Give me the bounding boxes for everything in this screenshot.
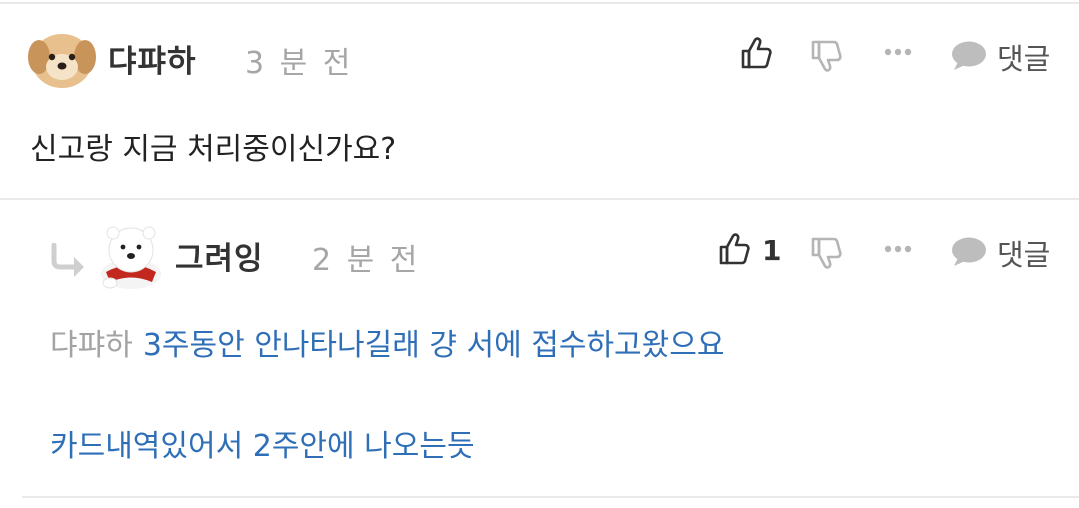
divider bbox=[0, 2, 1079, 4]
more-dots-icon[interactable] bbox=[884, 48, 912, 56]
speech-bubble-icon[interactable] bbox=[950, 40, 988, 72]
reply-button-label[interactable]: 댓글 bbox=[997, 36, 1050, 78]
speech-bubble-icon[interactable] bbox=[950, 236, 988, 268]
thumbs-up-icon[interactable] bbox=[719, 232, 751, 266]
more-dots-icon[interactable] bbox=[884, 245, 912, 253]
thumbs-up-icon[interactable] bbox=[741, 36, 773, 70]
comment-thread: 댜퍄하 3 분 전 댓글 신고랑 지금 처리중이신가요? 그려잉 2 분 전 1… bbox=[0, 0, 1079, 508]
thumbs-down-icon[interactable] bbox=[811, 39, 843, 73]
reply-text-line: 댜퍄하 3주동안 안나타나길래 걍 서에 접수하고왔으요 bbox=[50, 320, 724, 364]
comment-timestamp: 3 분 전 bbox=[245, 46, 354, 81]
reply-author[interactable]: 그려잉 bbox=[175, 233, 264, 278]
divider bbox=[22, 496, 1079, 498]
like-count: 1 bbox=[762, 234, 782, 267]
reply-timestamp: 2 분 전 bbox=[312, 243, 421, 278]
divider bbox=[0, 198, 1079, 200]
mention[interactable]: 댜퍄하 bbox=[50, 328, 133, 363]
reply-button-label[interactable]: 댓글 bbox=[997, 232, 1050, 274]
comment-text: 신고랑 지금 처리중이신가요? bbox=[30, 132, 397, 167]
thumbs-down-icon[interactable] bbox=[811, 236, 843, 270]
reply-arrow-icon bbox=[50, 243, 90, 279]
reply-text-line: 카드내역있어서 2주안에 나오는듯 bbox=[50, 429, 475, 464]
reply-text: 3주동안 안나타나길래 걍 서에 접수하고왔으요 bbox=[142, 328, 725, 363]
avatar-puppy[interactable] bbox=[27, 27, 97, 89]
avatar-polar-bear[interactable] bbox=[96, 220, 166, 290]
comment-author[interactable]: 댜퍄하 bbox=[108, 36, 197, 81]
